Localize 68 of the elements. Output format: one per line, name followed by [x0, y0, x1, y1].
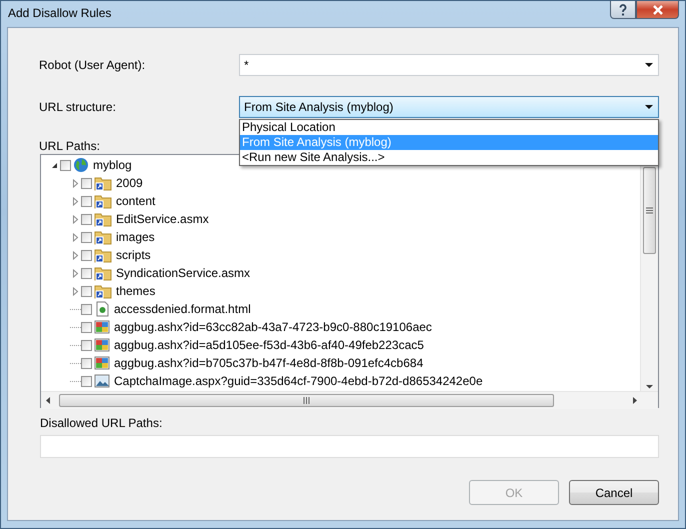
image-file-icon	[94, 337, 110, 353]
help-icon	[618, 4, 628, 16]
globe-icon	[73, 157, 89, 173]
checkbox[interactable]	[81, 340, 92, 350]
shortcut-folder-icon	[94, 211, 112, 227]
horizontal-scrollbar[interactable]	[41, 391, 658, 409]
image-file-icon	[94, 355, 110, 371]
collapsed-arrow-icon[interactable]	[72, 178, 79, 188]
shortcut-folder-icon	[94, 283, 112, 299]
tree-item[interactable]: images	[116, 230, 155, 244]
shortcut-folder-icon	[94, 229, 112, 245]
tree-item[interactable]: content	[116, 194, 156, 208]
tree-item[interactable]: aggbug.ashx?id=b705c37b-b47f-4e8d-8f8b-091efc4cb684	[114, 356, 424, 370]
grip-icon	[646, 207, 653, 214]
input-field[interactable]	[40, 435, 659, 458]
close-button[interactable]	[636, 1, 679, 19]
shortcut-folder-icon	[94, 265, 112, 281]
collapsed-arrow-icon[interactable]	[72, 232, 79, 242]
shortcut-folder-icon	[94, 175, 112, 191]
checkbox[interactable]	[81, 286, 92, 296]
tree-item[interactable]: themes	[116, 284, 156, 298]
shortcut-folder-icon	[94, 247, 112, 263]
expanded-arrow-icon[interactable]	[51, 162, 58, 168]
collapsed-arrow-icon[interactable]	[72, 268, 79, 278]
dropdown-option[interactable]: <Run new Site Analysis...>	[240, 150, 658, 165]
close-icon	[652, 4, 664, 14]
checkbox[interactable]	[81, 178, 92, 188]
grip-icon	[303, 397, 310, 404]
dropdown-option[interactable]: Physical Location	[240, 120, 658, 135]
tree-item[interactable]: aggbug.ashx?id=a5d105ee-f53d-43b6-af40-49feb223cac5	[114, 338, 424, 352]
checkbox[interactable]	[81, 376, 92, 386]
tree-item[interactable]: accessdenied.format.html	[114, 302, 251, 316]
image-file-icon	[94, 319, 110, 335]
field-label: Robot (User Agent):	[39, 58, 146, 72]
dropdown-arrow-icon	[644, 102, 654, 112]
tree-item[interactable]: CaptchaImage.aspx?guid=335d64cf-7900-4ebd-b72d-d86534242e0e	[114, 374, 483, 388]
field-label: Disallowed URL Paths:	[40, 416, 162, 431]
tree-item[interactable]: scripts	[116, 248, 151, 262]
checkbox[interactable]	[81, 196, 92, 206]
field-label: URL Paths:	[39, 139, 100, 154]
combo-box[interactable]: *	[239, 54, 659, 76]
checkbox[interactable]	[81, 304, 92, 314]
dropdown-arrow-icon	[644, 60, 654, 70]
checkbox[interactable]	[81, 268, 92, 278]
checkbox[interactable]	[60, 160, 71, 170]
combo-box[interactable]: From Site Analysis (myblog)	[239, 96, 659, 118]
field-label: URL structure:	[39, 100, 117, 114]
checkbox[interactable]	[81, 322, 92, 332]
checkbox[interactable]	[81, 358, 92, 368]
collapsed-arrow-icon[interactable]	[72, 196, 79, 206]
tree-item[interactable]: myblog	[93, 158, 132, 172]
collapsed-arrow-icon[interactable]	[72, 286, 79, 296]
scroll-right-icon	[632, 396, 638, 405]
shortcut-folder-icon	[94, 193, 112, 209]
tree-item[interactable]: aggbug.ashx?id=63cc82ab-43a7-4723-b9c0-880c19106aec	[114, 320, 432, 334]
dialog-button[interactable]: Cancel	[569, 480, 659, 505]
tree-item[interactable]: 2009	[116, 176, 143, 190]
window-title: Add Disallow Rules	[8, 6, 112, 20]
collapsed-arrow-icon[interactable]	[72, 214, 79, 224]
checkbox[interactable]	[81, 232, 92, 242]
help-button[interactable]	[610, 1, 636, 19]
checkbox[interactable]	[81, 214, 92, 224]
image-file-icon	[94, 373, 110, 389]
tree-item[interactable]: EditService.asmx	[116, 212, 209, 226]
checkbox[interactable]	[81, 250, 92, 260]
web-page-icon	[94, 301, 110, 317]
collapsed-arrow-icon[interactable]	[72, 250, 79, 260]
tree-item[interactable]: SyndicationService.asmx	[116, 266, 250, 280]
